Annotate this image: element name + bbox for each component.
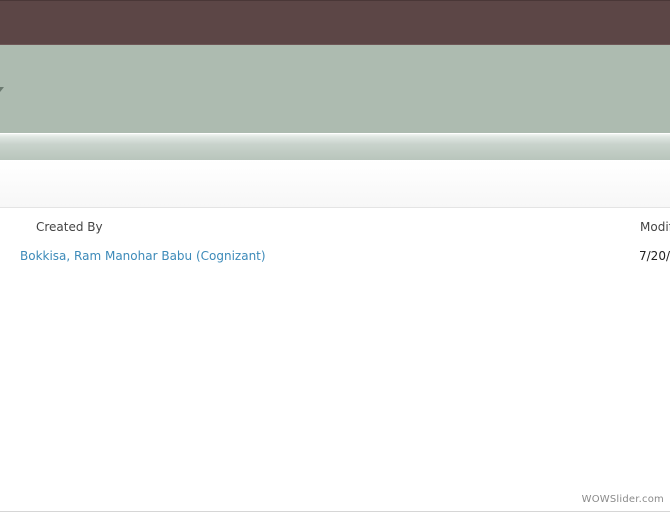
top-bar [0, 0, 670, 45]
chevron-down-icon[interactable] [0, 87, 4, 92]
ribbon [0, 45, 670, 133]
watermark: WOWSlider.com [581, 494, 664, 505]
created-by-link[interactable]: Bokkisa, Ram Manohar Babu (Cognizant) [20, 249, 266, 263]
ribbon-strip [0, 133, 670, 160]
toolbar-area [0, 160, 670, 208]
modified-date: 7/20/ [639, 249, 670, 263]
page: Created By Modif Bokkisa, Ram Manohar Ba… [0, 0, 670, 513]
bottom-divider [0, 511, 670, 512]
column-header-created-by[interactable]: Created By [36, 220, 103, 234]
column-header-modified[interactable]: Modif [640, 220, 670, 234]
